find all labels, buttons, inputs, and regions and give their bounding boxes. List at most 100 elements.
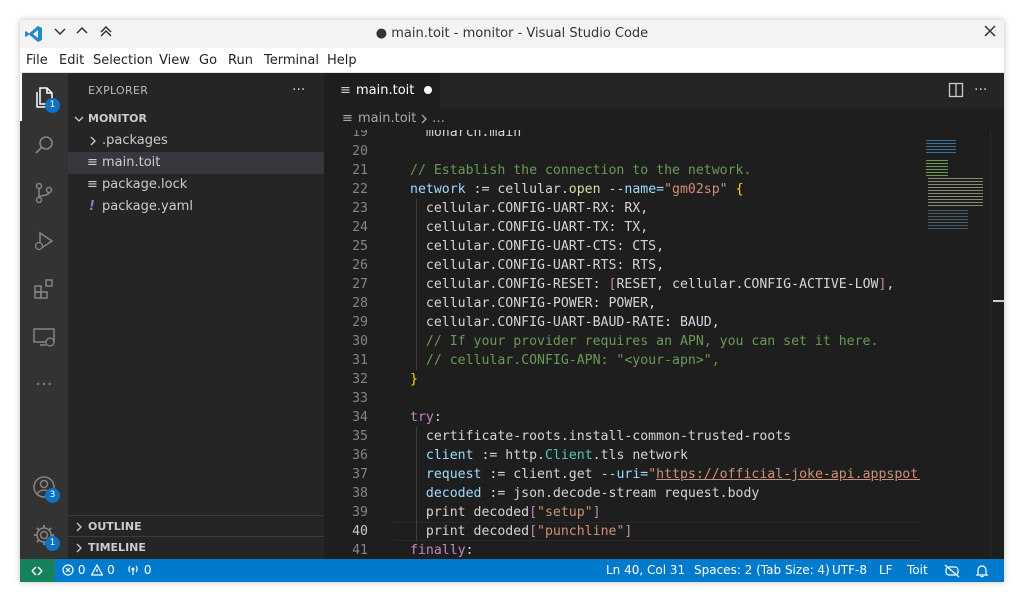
code-line: try: xyxy=(410,410,442,425)
code-line: cellular.CONFIG-RESET: [RESET, cellular.… xyxy=(410,277,895,292)
search-button[interactable] xyxy=(20,121,68,169)
outline-section[interactable]: OUTLINE xyxy=(68,515,324,537)
cursor-position[interactable]: Ln 40, Col 31 xyxy=(606,559,685,582)
search-icon xyxy=(35,136,53,154)
tree-item-packages[interactable]: .packages xyxy=(68,130,324,152)
explorer-more-icon[interactable]: ··· xyxy=(292,73,305,107)
encoding[interactable]: UTF-8 xyxy=(832,559,867,582)
activity-bar: 1 ··· 3 1 xyxy=(20,73,68,559)
folder-label: MONITOR xyxy=(88,112,147,125)
source-control-icon xyxy=(35,182,53,204)
minimap-block xyxy=(928,210,968,230)
split-editor-icon[interactable] xyxy=(948,82,964,102)
copilot-disabled-icon[interactable] xyxy=(944,563,960,582)
settings-badge: 1 xyxy=(45,536,60,551)
file-lines-icon: ≡ xyxy=(342,111,353,126)
code-line: client := http.Client.tls network xyxy=(425,448,688,463)
line-number: 28 xyxy=(352,296,368,311)
tree-item-label: main.toit xyxy=(102,155,161,170)
broadcast-icon xyxy=(128,565,138,575)
remote-explorer-button[interactable] xyxy=(20,313,68,361)
language-mode[interactable]: Toit xyxy=(907,559,928,582)
editor-tabs: ≡ main.toit ··· xyxy=(324,73,1004,108)
line-number: 21 xyxy=(352,163,368,178)
line-number: 36 xyxy=(352,448,368,463)
tree-item-package-yaml[interactable]: ! package.yaml xyxy=(68,196,324,218)
ports-indicator[interactable]: 0 xyxy=(126,559,151,582)
line-number: 34 xyxy=(352,410,368,425)
accounts-button[interactable]: 3 xyxy=(20,463,68,511)
accounts-badge: 3 xyxy=(45,488,60,503)
breadcrumb-more[interactable]: … xyxy=(432,108,445,130)
code-line: cellular.CONFIG-UART-RX: RX, xyxy=(410,201,649,216)
manage-button[interactable]: 1 xyxy=(20,511,68,559)
code-line: cellular.CONFIG-UART-RTS: RTS, xyxy=(410,258,665,273)
tree-item-label: package.yaml xyxy=(102,199,193,214)
tab-main-toit[interactable]: ≡ main.toit xyxy=(324,73,440,108)
window-title: ● main.toit - monitor - Visual Studio Co… xyxy=(375,26,649,41)
minimap-block xyxy=(928,178,983,208)
extensions-icon xyxy=(34,279,53,299)
code-line: print decoded["punchline"] xyxy=(410,524,633,539)
indent-guide xyxy=(416,427,417,541)
eol[interactable]: LF xyxy=(879,559,893,582)
editor-more-icon[interactable]: ··· xyxy=(974,73,987,108)
code-line: request := client.get --uri="https://off… xyxy=(425,467,950,482)
line-number: 37 xyxy=(352,467,368,482)
breadcrumb: ≡ main.toit … xyxy=(324,108,1004,130)
file-lines-icon: ≡ xyxy=(87,177,98,192)
line-number: 24 xyxy=(352,220,368,235)
code-line: cellular.CONFIG-UART-CTS: CTS, xyxy=(410,239,665,254)
minimap[interactable] xyxy=(920,130,990,559)
scrollbar[interactable] xyxy=(990,130,1004,559)
line-number: 32 xyxy=(352,372,368,387)
breadcrumb-file[interactable]: main.toit xyxy=(358,108,416,130)
menu-terminal[interactable]: Terminal xyxy=(264,48,319,73)
menu-help[interactable]: Help xyxy=(327,48,357,73)
line-number: 29 xyxy=(352,315,368,330)
error-count: 0 xyxy=(77,563,86,577)
line-number: 23 xyxy=(352,201,368,216)
explorer-button[interactable]: 1 xyxy=(20,73,68,121)
code-editor[interactable]: 19 monarch.main 20 21 // Establish the conn… xyxy=(324,130,1004,559)
run-debug-button[interactable] xyxy=(20,217,68,265)
line-number: 39 xyxy=(352,505,368,520)
ports-count: 0 xyxy=(143,563,152,577)
status-bar: 0 0 0 Ln 40, Col 31 Spaces: 2 (Tab Size:… xyxy=(20,559,1004,582)
line-number: 33 xyxy=(352,391,368,406)
code-line: // cellular.CONFIG-APN: "<your-apn>", xyxy=(410,353,720,368)
warning-icon xyxy=(90,563,104,576)
folder-monitor[interactable]: MONITOR xyxy=(68,108,324,130)
close-icon[interactable] xyxy=(980,24,1000,44)
warning-count: 0 xyxy=(107,563,115,577)
menu-file[interactable]: File xyxy=(26,48,48,73)
timeline-section[interactable]: TIMELINE xyxy=(68,537,324,559)
unsaved-dot-icon[interactable] xyxy=(424,86,432,94)
indent-guide xyxy=(416,199,417,370)
tree-item-main-toit[interactable]: ≡ main.toit xyxy=(68,152,324,174)
extensions-button[interactable] xyxy=(20,265,68,313)
file-lines-icon: ≡ xyxy=(340,83,351,98)
line-number: 26 xyxy=(352,258,368,273)
explorer-badge: 1 xyxy=(45,98,60,113)
yaml-icon: ! xyxy=(89,199,95,214)
problems-indicator[interactable]: 0 0 xyxy=(62,559,115,582)
remote-indicator[interactable] xyxy=(20,559,55,582)
menu-view[interactable]: View xyxy=(159,48,190,73)
menu-bar: File Edit Selection View Go Run Terminal… xyxy=(20,48,1004,73)
menu-selection[interactable]: Selection xyxy=(93,48,153,73)
line-number: 22 xyxy=(352,182,368,197)
line-number: 41 xyxy=(352,543,368,558)
more-icon[interactable]: ··· xyxy=(20,361,68,409)
source-control-button[interactable] xyxy=(20,169,68,217)
menu-go[interactable]: Go xyxy=(199,48,217,73)
error-icon xyxy=(62,564,74,576)
line-number: 31 xyxy=(352,353,368,368)
indentation[interactable]: Spaces: 2 (Tab Size: 4) xyxy=(694,559,830,582)
code-line: decoded := json.decode-stream request.bo… xyxy=(425,486,760,501)
bell-icon[interactable] xyxy=(975,563,989,582)
timeline-label: TIMELINE xyxy=(88,541,146,554)
tree-item-package-lock[interactable]: ≡ package.lock xyxy=(68,174,324,196)
menu-run[interactable]: Run xyxy=(228,48,253,73)
menu-edit[interactable]: Edit xyxy=(59,48,84,73)
